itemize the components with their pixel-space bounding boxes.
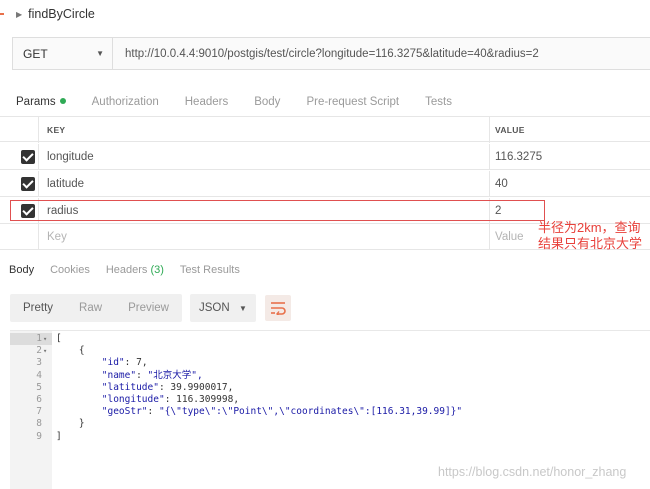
column-divider — [489, 171, 490, 197]
code-line: 5 "latitude": 39.9900017, — [10, 382, 650, 394]
request-title-bar[interactable]: ▶ findByCircle — [0, 0, 650, 28]
line-number: 9 — [36, 430, 42, 442]
url-input[interactable]: http://10.0.4.4:9010/postgis/test/circle… — [113, 48, 539, 60]
code-line: 9] — [10, 431, 650, 443]
checkbox-checked-icon[interactable] — [21, 150, 35, 164]
active-dot-icon — [59, 97, 66, 104]
tab-tests[interactable]: Tests — [412, 96, 465, 108]
code-line: 3 "id": 7, — [10, 357, 650, 369]
code-text: "longitude": 116.309998, — [101, 394, 240, 405]
code-line: 2 ▾ { — [10, 345, 650, 357]
code-text: "geoStr": "{\"type\":\"Point\",\"coordin… — [101, 406, 463, 418]
line-number: 2 — [36, 345, 42, 357]
param-key[interactable]: latitude — [47, 171, 84, 197]
method-label: GET — [23, 46, 48, 61]
wrap-lines-button[interactable] — [264, 295, 291, 321]
method-select[interactable]: GET ▼ — [13, 38, 113, 69]
highlight-box — [10, 200, 545, 221]
code-text: "id": 7, — [101, 357, 148, 369]
key-column-header: KEY — [47, 125, 66, 135]
wrap-lines-icon — [270, 302, 286, 315]
code-line: 4 "name": "北京大学", — [10, 370, 650, 382]
code-text: "latitude": 39.9900017, — [101, 381, 234, 393]
fold-toggle-icon[interactable]: ▾ — [43, 345, 52, 357]
code-line: 8 } — [10, 418, 650, 430]
param-key[interactable]: longitude — [47, 144, 94, 170]
code-line: 1 ▾[ — [10, 333, 650, 345]
code-text: [ — [56, 333, 62, 344]
tab-params[interactable]: Params — [0, 96, 79, 108]
line-number: 7 — [36, 406, 42, 418]
caret-right-icon[interactable]: ▶ — [16, 10, 22, 19]
raw-button[interactable]: Raw — [66, 294, 115, 322]
column-divider — [38, 144, 39, 170]
value-column-header: VALUE — [495, 125, 525, 135]
code-text: ] — [56, 430, 62, 442]
line-number: 5 — [36, 381, 42, 393]
url-bar: GET ▼ http://10.0.4.4:9010/postgis/test/… — [12, 37, 650, 70]
annotation-text: 半径为2km，查询结果只有北京大学 — [538, 220, 643, 251]
tab-params-label: Params — [16, 96, 56, 108]
preview-button[interactable]: Preview — [115, 294, 182, 322]
headers-count-badge: (3) — [150, 264, 164, 276]
tab-response-body[interactable]: Body — [0, 264, 42, 276]
checkbox-checked-icon[interactable] — [21, 177, 35, 191]
param-row: longitude 116.3275 — [0, 144, 650, 170]
column-divider — [489, 144, 490, 170]
new-key-input[interactable]: Key — [47, 224, 67, 250]
tab-response-headers-label: Headers — [105, 264, 148, 276]
column-divider — [489, 117, 490, 143]
pretty-button[interactable]: Pretty — [10, 294, 66, 322]
code-text: "name": "北京大学", — [101, 369, 203, 381]
line-number: 3 — [36, 357, 42, 369]
column-divider — [38, 224, 39, 250]
request-name: findByCircle — [28, 7, 95, 21]
accent-marker — [0, 13, 4, 15]
code-text: } — [56, 418, 85, 430]
request-tabs: Params Authorization Headers Body Pre-re… — [0, 88, 650, 116]
param-row: latitude 40 — [0, 171, 650, 197]
tab-test-results[interactable]: Test Results — [172, 264, 248, 276]
line-number: 4 — [36, 369, 42, 381]
format-select[interactable]: JSON ▼ — [189, 294, 256, 322]
tab-authorization[interactable]: Authorization — [79, 96, 172, 108]
view-mode-toggle: Pretty Raw Preview — [10, 294, 182, 322]
tab-body[interactable]: Body — [241, 96, 293, 108]
format-label: JSON — [198, 302, 230, 314]
tab-headers[interactable]: Headers — [172, 96, 241, 108]
column-divider — [38, 117, 39, 143]
chevron-down-icon: ▼ — [239, 303, 247, 313]
watermark: https://blog.csdn.net/honor_zhang — [438, 465, 627, 479]
response-toolbar: Pretty Raw Preview JSON ▼ — [10, 294, 291, 322]
param-value[interactable]: 116.3275 — [495, 144, 542, 170]
column-divider — [38, 171, 39, 197]
code-line: 7 "geoStr": "{\"type\":\"Point\",\"coord… — [10, 406, 650, 418]
line-number: 6 — [36, 394, 42, 405]
fold-toggle-icon[interactable]: ▾ — [43, 333, 52, 345]
tab-pre-request-script[interactable]: Pre-request Script — [293, 96, 412, 108]
column-divider — [489, 224, 490, 250]
code-text: { — [56, 345, 85, 357]
tab-response-headers[interactable]: Headers (3) — [98, 264, 172, 276]
param-value[interactable]: 40 — [495, 171, 508, 197]
line-number: 8 — [36, 418, 42, 430]
code-line: 6 "longitude": 116.309998, — [10, 394, 650, 406]
chevron-down-icon: ▼ — [96, 49, 104, 58]
new-value-input[interactable]: Value — [495, 224, 524, 250]
params-header-row: KEY VALUE — [0, 116, 650, 143]
response-tabs: Body Cookies Headers (3) Test Results — [0, 258, 650, 282]
tab-cookies[interactable]: Cookies — [42, 264, 98, 276]
